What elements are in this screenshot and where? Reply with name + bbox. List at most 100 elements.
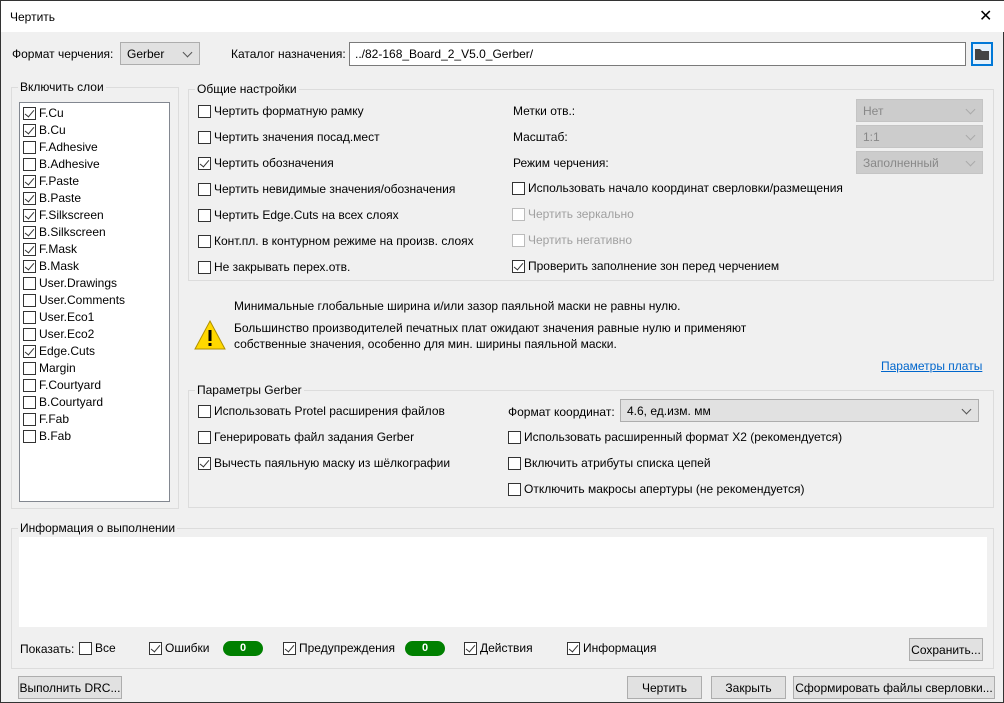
gerber-option-checkbox[interactable]: Использовать Protel расширения файлов: [198, 404, 445, 418]
layer-item[interactable]: F.Courtyard: [23, 378, 101, 392]
plot-button[interactable]: Чертить: [627, 676, 702, 699]
gerber-option-checkbox[interactable]: Использовать расширенный формат X2 (реко…: [508, 430, 842, 444]
gerber-option-checkbox[interactable]: Вычесть паяльную маску из шёлкографии: [198, 456, 450, 470]
folder-icon: [975, 49, 989, 60]
scale-select[interactable]: 1:1: [856, 125, 983, 148]
checkbox-box: [23, 276, 36, 290]
checkbox-label: Конт.пл. в контурном режиме на произв. с…: [214, 234, 474, 248]
layer-item[interactable]: User.Drawings: [23, 276, 117, 290]
general-option-checkbox[interactable]: Использовать начало координат сверловки/…: [512, 181, 843, 195]
general-option-checkbox[interactable]: Проверить заполнение зон перед черчением: [512, 259, 779, 273]
layer-item[interactable]: Margin: [23, 361, 76, 375]
layer-item[interactable]: User.Comments: [23, 293, 125, 307]
checkbox-box: [23, 293, 36, 307]
checkbox-label: Чертить негативно: [528, 233, 633, 247]
save-button[interactable]: Сохранить...: [909, 638, 983, 661]
show-errors-checkbox[interactable]: Ошибки: [149, 641, 210, 655]
checkbox-box: [23, 310, 36, 324]
label: Предупреждения: [299, 641, 395, 655]
checkbox-label: Чертить невидимые значения/обозначения: [214, 182, 456, 196]
checkbox-box: [23, 395, 36, 409]
messages-textarea[interactable]: [19, 537, 987, 627]
checkbox-box: [23, 157, 36, 171]
warnings-badge: 0: [405, 641, 445, 656]
close-button[interactable]: Закрыть: [711, 676, 786, 699]
close-icon[interactable]: ✕: [979, 6, 992, 26]
layer-item[interactable]: Edge.Cuts: [23, 344, 95, 358]
drill-marks-select[interactable]: Нет: [856, 99, 983, 122]
general-option-checkbox[interactable]: Чертить обозначения: [198, 156, 334, 170]
gerber-title: Параметры Gerber: [195, 383, 304, 397]
layer-item[interactable]: User.Eco1: [23, 310, 94, 324]
checkbox-box: [23, 140, 36, 154]
gerber-option-checkbox[interactable]: Включить атрибуты списка цепей: [508, 456, 711, 470]
browse-button[interactable]: [971, 42, 993, 66]
checkbox-box: [198, 182, 211, 196]
show-actions-checkbox[interactable]: Действия: [464, 641, 533, 655]
checkbox-box: [198, 456, 211, 470]
checkbox-box: [198, 260, 211, 274]
checkbox-box: [198, 156, 211, 170]
checkbox-box: [23, 378, 36, 392]
board-setup-link[interactable]: Параметры платы: [881, 359, 982, 373]
layer-item[interactable]: F.Cu: [23, 106, 64, 120]
checkbox-box: [198, 234, 211, 248]
layers-list[interactable]: F.Cu B.Cu F.Adhesive B.Adhesive F.Paste B.Pas…: [19, 102, 170, 502]
layer-item[interactable]: F.Adhesive: [23, 140, 98, 154]
general-option-checkbox[interactable]: Чертить Edge.Cuts на всех слоях: [198, 208, 399, 222]
general-option-checkbox[interactable]: Чертить негативно: [512, 233, 632, 247]
checkbox-box: [198, 130, 211, 144]
general-option-checkbox[interactable]: Конт.пл. в контурном режиме на произв. с…: [198, 234, 474, 248]
mode-select[interactable]: Заполненный: [856, 151, 983, 174]
general-option-checkbox[interactable]: Не закрывать перех.отв.: [198, 260, 350, 274]
layer-label: F.Adhesive: [39, 140, 98, 154]
layer-item[interactable]: F.Silkscreen: [23, 208, 104, 222]
checkbox-box: [198, 208, 211, 222]
general-option-checkbox[interactable]: Чертить невидимые значения/обозначения: [198, 182, 455, 196]
layer-item[interactable]: B.Mask: [23, 259, 79, 273]
checkbox-box: [23, 225, 36, 239]
general-option-checkbox[interactable]: Чертить форматную рамку: [198, 104, 364, 118]
coord-format-select[interactable]: 4.6, ед.изм. мм: [620, 399, 979, 422]
checkbox-box: [23, 327, 36, 341]
checkbox-label: Чертить Edge.Cuts на всех слоях: [214, 208, 399, 222]
layer-item[interactable]: B.Fab: [23, 429, 71, 443]
checkbox-label: Чертить обозначения: [214, 156, 334, 170]
checkbox-box: [512, 233, 525, 247]
gerber-option-checkbox[interactable]: Генерировать файл задания Gerber: [198, 430, 414, 444]
run-drc-button[interactable]: Выполнить DRC...: [18, 676, 122, 699]
show-label: Показать:: [20, 642, 75, 656]
checkbox-box: [23, 191, 36, 205]
layer-item[interactable]: B.Paste: [23, 191, 81, 205]
dir-input[interactable]: ../82-168_Board_2_V5.0_Gerber/: [349, 42, 966, 66]
show-all-checkbox[interactable]: Все: [79, 641, 116, 655]
checkbox-box: [512, 207, 525, 221]
show-warnings-checkbox[interactable]: Предупреждения: [283, 641, 395, 655]
layer-item[interactable]: User.Eco2: [23, 327, 94, 341]
checkbox-label: Использовать расширенный формат X2 (реко…: [524, 430, 843, 444]
show-info-checkbox[interactable]: Информация: [567, 641, 656, 655]
layer-item[interactable]: F.Mask: [23, 242, 77, 256]
layer-item[interactable]: B.Courtyard: [23, 395, 103, 409]
drill-marks-label: Метки отв.:: [513, 104, 576, 118]
checkbox-box: [23, 412, 36, 426]
format-select[interactable]: Gerber: [120, 42, 200, 65]
layer-item[interactable]: F.Fab: [23, 412, 69, 426]
layer-item[interactable]: B.Silkscreen: [23, 225, 106, 239]
gerber-option-checkbox[interactable]: Отключить макросы апертуры (не рекоменду…: [508, 482, 804, 496]
generate-drill-files-button[interactable]: Сформировать файлы сверловки...: [793, 676, 995, 699]
format-value: Gerber: [127, 47, 165, 61]
layer-item[interactable]: F.Paste: [23, 174, 79, 188]
layer-item[interactable]: B.Cu: [23, 123, 66, 137]
title-bar: [1, 1, 1004, 32]
checkbox-label: Проверить заполнение зон перед черчением: [528, 259, 780, 273]
general-option-checkbox[interactable]: Чертить зеркально: [512, 207, 634, 221]
layer-label: User.Eco1: [39, 310, 95, 324]
general-option-checkbox[interactable]: Чертить значения посад.мест: [198, 130, 380, 144]
checkbox-label: Вычесть паяльную маску из шёлкографии: [214, 456, 451, 470]
checkbox-box: [198, 104, 211, 118]
layers-title: Включить слои: [18, 80, 106, 94]
layer-item[interactable]: B.Adhesive: [23, 157, 100, 171]
checkbox-box: [23, 344, 36, 358]
checkbox-box: [512, 259, 525, 273]
